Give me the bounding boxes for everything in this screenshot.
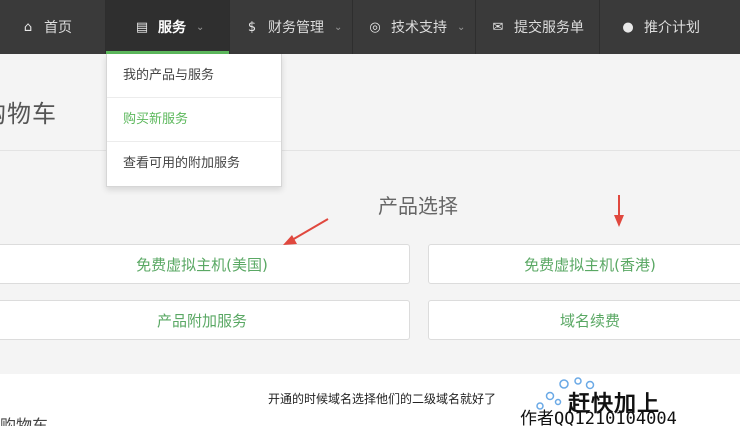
product-free-host-hk-button[interactable]: 免费虚拟主机(香港) <box>428 244 740 284</box>
watermark-author: 作者QQ1210104004 <box>520 409 677 426</box>
nav-support-label: 技术支持 <box>391 20 447 36</box>
dollar-icon: $ <box>247 19 257 35</box>
nav-open-ticket-label: 提交服务单 <box>514 20 584 36</box>
arrow-to-free-host-hk <box>614 195 624 227</box>
menu-item-my-services[interactable]: 我的产品与服务 <box>107 54 281 98</box>
nav-support[interactable]: ◎ 技术支持 ⌄ <box>353 0 476 54</box>
menu-item-order-new-services[interactable]: 购买新服务 <box>107 98 281 142</box>
partial-heading-text: 购物车 <box>0 416 49 426</box>
nav-home[interactable]: ⌂ 首页 <box>0 0 106 54</box>
chevron-down-icon: ⌄ <box>457 21 466 33</box>
nav-services-label: 服务 <box>158 20 186 36</box>
home-icon: ⌂ <box>23 19 33 35</box>
lifebuoy-icon: ◎ <box>369 19 381 35</box>
product-addons-button[interactable]: 产品附加服务 <box>0 300 410 340</box>
product-free-host-us-button[interactable]: 免费虚拟主机(美国) <box>0 244 410 284</box>
chevron-down-icon: ⌄ <box>334 21 343 33</box>
page-title: 购物车 <box>0 100 57 128</box>
nav-services[interactable]: ▤ 服务 ⌄ <box>106 0 230 54</box>
arrow-to-free-host-us <box>283 218 329 245</box>
top-nav: ⌂ 首页 ▤ 服务 ⌄ $ 财务管理 ⌄ ◎ 技术支持 ⌄ ✉ 提交服务单 ● … <box>0 0 740 54</box>
nav-affiliates[interactable]: ● 推介计划 <box>600 0 740 54</box>
menu-item-view-addons[interactable]: 查看可用的附加服务 <box>107 142 281 186</box>
domain-renewal-button[interactable]: 域名续费 <box>428 300 740 340</box>
nav-affiliates-label: 推介计划 <box>644 20 700 36</box>
list-icon: ▤ <box>135 19 149 35</box>
nav-billing-label: 财务管理 <box>268 20 324 36</box>
nav-billing[interactable]: $ 财务管理 ⌄ <box>230 0 353 54</box>
envelope-icon: ✉ <box>492 19 504 35</box>
user-icon: ● <box>622 19 634 35</box>
services-dropdown-menu: 我的产品与服务 购买新服务 查看可用的附加服务 <box>106 54 282 187</box>
nav-home-label: 首页 <box>44 20 72 36</box>
nav-open-ticket[interactable]: ✉ 提交服务单 <box>476 0 600 54</box>
chevron-down-icon: ⌄ <box>196 21 205 33</box>
annotation-note: 开通的时候域名选择他们的二级域名就好了 <box>268 392 497 406</box>
section-title: 产品选择 <box>378 194 458 218</box>
